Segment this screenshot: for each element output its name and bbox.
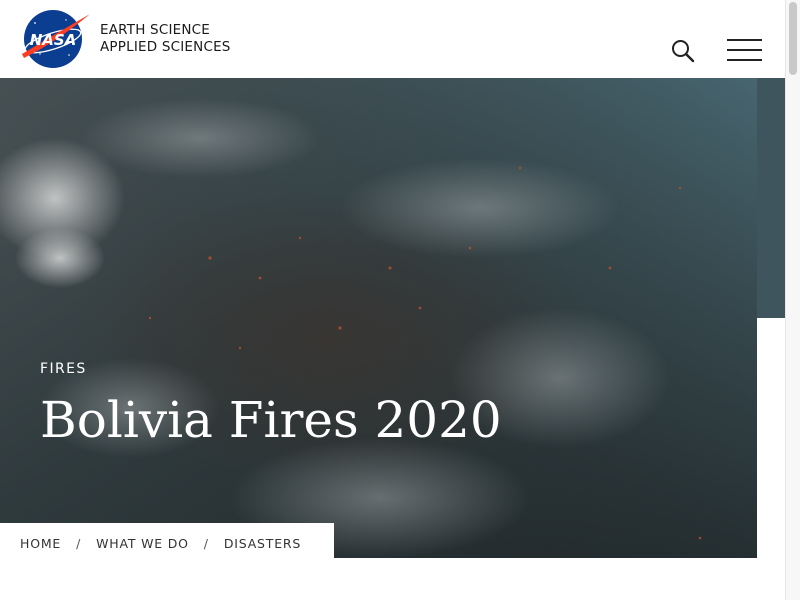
site-name: EARTH SCIENCE APPLIED SCIENCES	[100, 22, 231, 56]
hero-image-edge	[757, 78, 785, 318]
site-name-line2: APPLIED SCIENCES	[100, 39, 231, 55]
breadcrumb-disasters[interactable]: DISASTERS	[224, 536, 301, 551]
home-logo-link[interactable]: NASA EARTH SCIENCE APPLIED SCIENCES	[18, 8, 231, 70]
site-name-line1: EARTH SCIENCE	[100, 22, 211, 38]
scrollbar-thumb[interactable]	[789, 2, 797, 75]
page: NASA EARTH SCIENCE APPLIED SCIENCES FIRE…	[0, 0, 800, 600]
menu-button[interactable]	[727, 38, 763, 62]
site-header: NASA EARTH SCIENCE APPLIED SCIENCES	[0, 0, 785, 78]
search-button[interactable]	[670, 38, 696, 64]
breadcrumb-separator: /	[76, 535, 82, 551]
search-icon	[672, 40, 695, 63]
breadcrumb-what-we-do[interactable]: WHAT WE DO	[96, 536, 189, 551]
breadcrumb: HOME / WHAT WE DO / DISASTERS	[0, 523, 334, 563]
satellite-image	[0, 78, 757, 558]
hero-category[interactable]: FIRES	[40, 361, 87, 377]
nasa-meatball-logo: NASA	[22, 10, 90, 68]
vertical-scrollbar[interactable]	[785, 0, 800, 600]
breadcrumb-separator: /	[203, 535, 209, 551]
breadcrumb-home[interactable]: HOME	[20, 536, 61, 551]
logo-wordmark: NASA	[30, 31, 77, 49]
hero-banner: FIRES Bolivia Fires 2020	[0, 78, 757, 558]
page-title: Bolivia Fires 2020	[40, 391, 502, 449]
